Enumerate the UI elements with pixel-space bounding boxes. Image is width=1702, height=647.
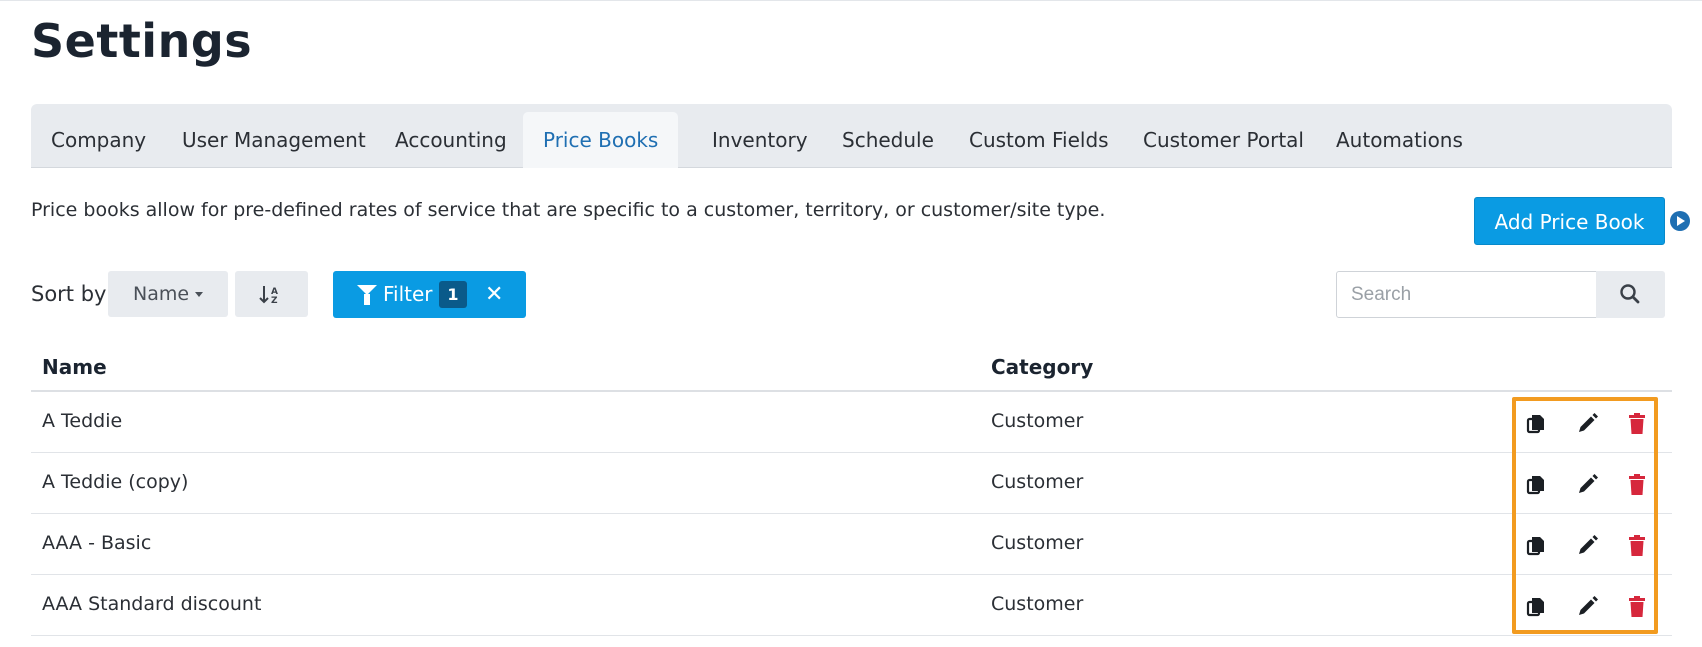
tab-automations[interactable]: Automations <box>1316 112 1483 168</box>
column-header-name[interactable]: Name <box>42 355 107 379</box>
row-category: Customer <box>991 471 1084 493</box>
row-name: AAA Standard discount <box>42 593 262 615</box>
play-circle-icon[interactable] <box>1670 211 1690 231</box>
filter-label: Filter <box>383 282 433 306</box>
sort-alpha-down-icon: A Z <box>259 286 278 306</box>
filter-icon <box>357 285 377 305</box>
copy-icon[interactable] <box>1524 411 1550 437</box>
table-row[interactable]: A Teddie Customer <box>31 392 1672 453</box>
row-category: Customer <box>991 593 1084 615</box>
tab-company[interactable]: Company <box>31 112 166 168</box>
search-icon <box>1620 284 1640 304</box>
sort-field-value: Name <box>133 283 190 305</box>
table-row[interactable]: A Teddie (copy) Customer <box>31 453 1672 514</box>
top-border <box>0 0 1702 1</box>
row-category: Customer <box>991 532 1084 554</box>
caret-down-icon <box>195 292 203 297</box>
pencil-icon[interactable] <box>1574 533 1600 559</box>
sort-field-dropdown[interactable]: Name <box>108 271 228 317</box>
row-category: Customer <box>991 410 1084 432</box>
tab-accounting[interactable]: Accounting <box>375 112 527 168</box>
column-header-category[interactable]: Category <box>991 355 1093 379</box>
tab-inventory[interactable]: Inventory <box>692 112 828 168</box>
trash-icon[interactable] <box>1624 411 1650 437</box>
clear-filter-icon[interactable]: ✕ <box>485 271 503 318</box>
filter-count-badge: 1 <box>439 281 467 308</box>
trash-icon[interactable] <box>1624 594 1650 620</box>
settings-tab-bar: Company User Management Accounting Price… <box>31 104 1672 168</box>
sort-direction-button[interactable]: A Z <box>235 271 308 317</box>
copy-icon[interactable] <box>1524 594 1550 620</box>
search-input[interactable] <box>1336 271 1598 318</box>
trash-icon[interactable] <box>1624 533 1650 559</box>
svg-text:Z: Z <box>271 296 278 306</box>
trash-icon[interactable] <box>1624 472 1650 498</box>
price-books-description: Price books allow for pre-defined rates … <box>31 199 1106 221</box>
tab-schedule[interactable]: Schedule <box>822 112 954 168</box>
tab-user-management[interactable]: User Management <box>162 112 386 168</box>
copy-icon[interactable] <box>1524 533 1550 559</box>
pencil-icon[interactable] <box>1574 594 1600 620</box>
tab-custom-fields[interactable]: Custom Fields <box>949 112 1129 168</box>
add-price-book-button[interactable]: Add Price Book <box>1474 197 1665 245</box>
search-button[interactable] <box>1596 271 1665 318</box>
table-row[interactable]: AAA - Basic Customer <box>31 514 1672 575</box>
copy-icon[interactable] <box>1524 472 1550 498</box>
tab-price-books[interactable]: Price Books <box>523 112 679 168</box>
tab-customer-portal[interactable]: Customer Portal <box>1123 112 1324 168</box>
row-name: A Teddie (copy) <box>42 471 189 493</box>
sort-by-label: Sort by <box>31 282 107 306</box>
filter-button[interactable]: Filter 1 ✕ <box>333 271 526 318</box>
page-title: Settings <box>31 14 253 68</box>
row-name: A Teddie <box>42 410 123 432</box>
row-name: AAA - Basic <box>42 532 152 554</box>
pencil-icon[interactable] <box>1574 472 1600 498</box>
table-row[interactable]: AAA Standard discount Customer <box>31 575 1672 636</box>
pencil-icon[interactable] <box>1574 411 1600 437</box>
